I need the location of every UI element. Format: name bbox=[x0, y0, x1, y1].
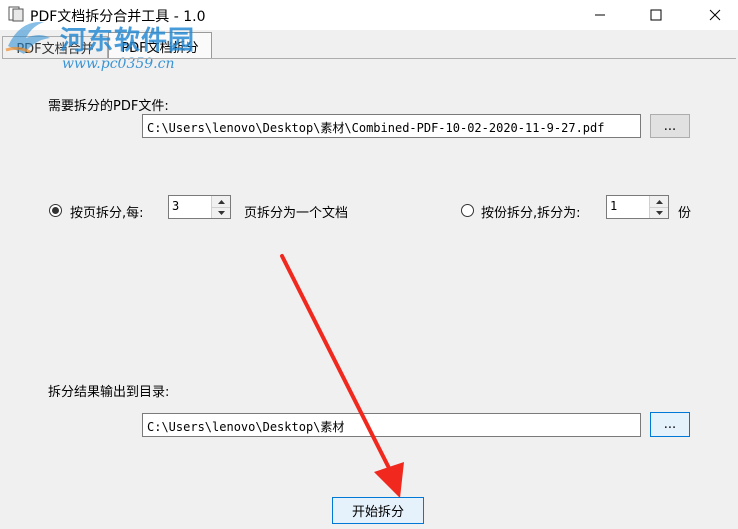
input-file-field[interactable]: C:\Users\lenovo\Desktop\素材\Combined-PDF-… bbox=[142, 114, 641, 138]
stepper-down-button[interactable] bbox=[212, 207, 230, 218]
split-by-copies-label: 按份拆分,拆分为: bbox=[481, 206, 581, 221]
split-by-page-radio[interactable] bbox=[49, 204, 62, 217]
split-by-page-label: 按页拆分,每: bbox=[70, 206, 144, 221]
split-by-copies-suffix: 份 bbox=[678, 206, 692, 221]
chevron-down-icon bbox=[217, 210, 225, 215]
output-browse-button[interactable]: ... bbox=[650, 412, 690, 437]
maximize-icon bbox=[650, 9, 662, 21]
input-browse-button[interactable]: ... bbox=[650, 114, 690, 138]
minimize-icon bbox=[595, 14, 605, 16]
chevron-up-icon bbox=[655, 199, 663, 204]
pages-per-doc-value[interactable]: 3 bbox=[172, 199, 179, 213]
start-split-button[interactable]: 开始拆分 bbox=[332, 497, 424, 524]
close-button[interactable] bbox=[692, 0, 738, 30]
minimize-button[interactable] bbox=[577, 0, 623, 30]
pages-per-doc-stepper[interactable]: 3 bbox=[168, 195, 231, 219]
copies-value[interactable]: 1 bbox=[610, 199, 617, 213]
split-by-copies-radio[interactable] bbox=[461, 204, 474, 217]
split-by-page-suffix: 页拆分为一个文档 bbox=[244, 206, 349, 221]
stepper-down-button[interactable] bbox=[650, 207, 668, 218]
stepper-arrows bbox=[649, 196, 668, 218]
stepper-arrows bbox=[211, 196, 230, 218]
output-dir-field[interactable]: C:\Users\lenovo\Desktop\素材 bbox=[142, 413, 641, 437]
chevron-up-icon bbox=[217, 199, 225, 204]
close-icon bbox=[709, 9, 721, 21]
maximize-button[interactable] bbox=[633, 0, 679, 30]
watermark-text: 河东软件园 bbox=[60, 26, 196, 56]
output-dir-label: 拆分结果输出到目录: bbox=[48, 385, 170, 400]
input-file-label: 需要拆分的PDF文件: bbox=[48, 99, 169, 114]
chevron-down-icon bbox=[655, 210, 663, 215]
watermark-logo-icon bbox=[5, 21, 50, 54]
copies-stepper[interactable]: 1 bbox=[606, 195, 669, 219]
